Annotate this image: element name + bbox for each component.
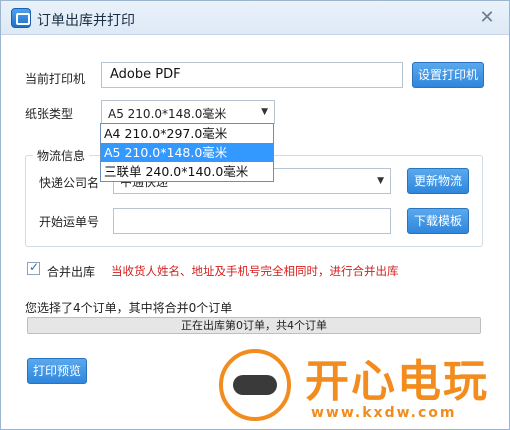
- chevron-down-icon[interactable]: ▼: [261, 107, 268, 117]
- paper-option-a4[interactable]: A4 210.0*297.0毫米: [101, 124, 273, 143]
- waybill-label: 开始运单号: [39, 215, 100, 229]
- window-title: 订单出库并打印: [37, 13, 135, 29]
- dialog-window: 订单出库并打印 ✕ 当前打印机 Adobe PDF 设置打印机 纸张类型 A5 …: [0, 0, 510, 430]
- paper-option-a5[interactable]: A5 210.0*148.0毫米: [101, 143, 273, 162]
- waybill-input[interactable]: [113, 208, 391, 234]
- paper-type-dropdown: A4 210.0*297.0毫米 A5 210.0*148.0毫米 三联单 24…: [100, 123, 274, 182]
- merge-checkbox[interactable]: [27, 260, 40, 275]
- watermark-url: www.kxdw.com: [311, 405, 457, 421]
- progress-bar: 正在出库第0订单，共4个订单: [27, 317, 481, 334]
- print-preview-button[interactable]: 打印预览: [27, 358, 87, 384]
- paper-type-select[interactable]: A5 210.0*148.0毫米 ▼: [101, 100, 275, 124]
- mascot-icon: [219, 349, 291, 421]
- watermark-brand: 开心电玩: [305, 356, 489, 407]
- close-icon[interactable]: ✕: [477, 8, 497, 28]
- setup-printer-button[interactable]: 设置打印机: [412, 62, 484, 88]
- update-logistics-button[interactable]: 更新物流: [407, 168, 469, 194]
- merge-warning: 当收货人姓名、地址及手机号完全相同时，进行合并出库: [111, 264, 399, 278]
- merge-label: 合并出库: [47, 265, 96, 279]
- courier-label: 快递公司名: [39, 176, 100, 190]
- logistics-group-title: 物流信息: [33, 147, 90, 164]
- download-template-button[interactable]: 下载模板: [407, 208, 469, 234]
- watermark-logo: 开心电玩 www.kxdw.com: [209, 339, 509, 429]
- printer-field[interactable]: Adobe PDF: [101, 62, 403, 88]
- paper-type-value: A5 210.0*148.0毫米: [108, 107, 227, 121]
- paper-type-label: 纸张类型: [25, 107, 74, 121]
- app-icon: [11, 8, 31, 28]
- printer-label: 当前打印机: [25, 72, 86, 86]
- chevron-down-icon[interactable]: ▼: [377, 176, 384, 186]
- paper-option-triplicate[interactable]: 三联单 240.0*140.0毫米: [101, 162, 273, 181]
- title-bar[interactable]: 订单出库并打印 ✕: [1, 1, 509, 35]
- selection-summary: 您选择了4个订单，其中将合并0个订单: [25, 301, 233, 315]
